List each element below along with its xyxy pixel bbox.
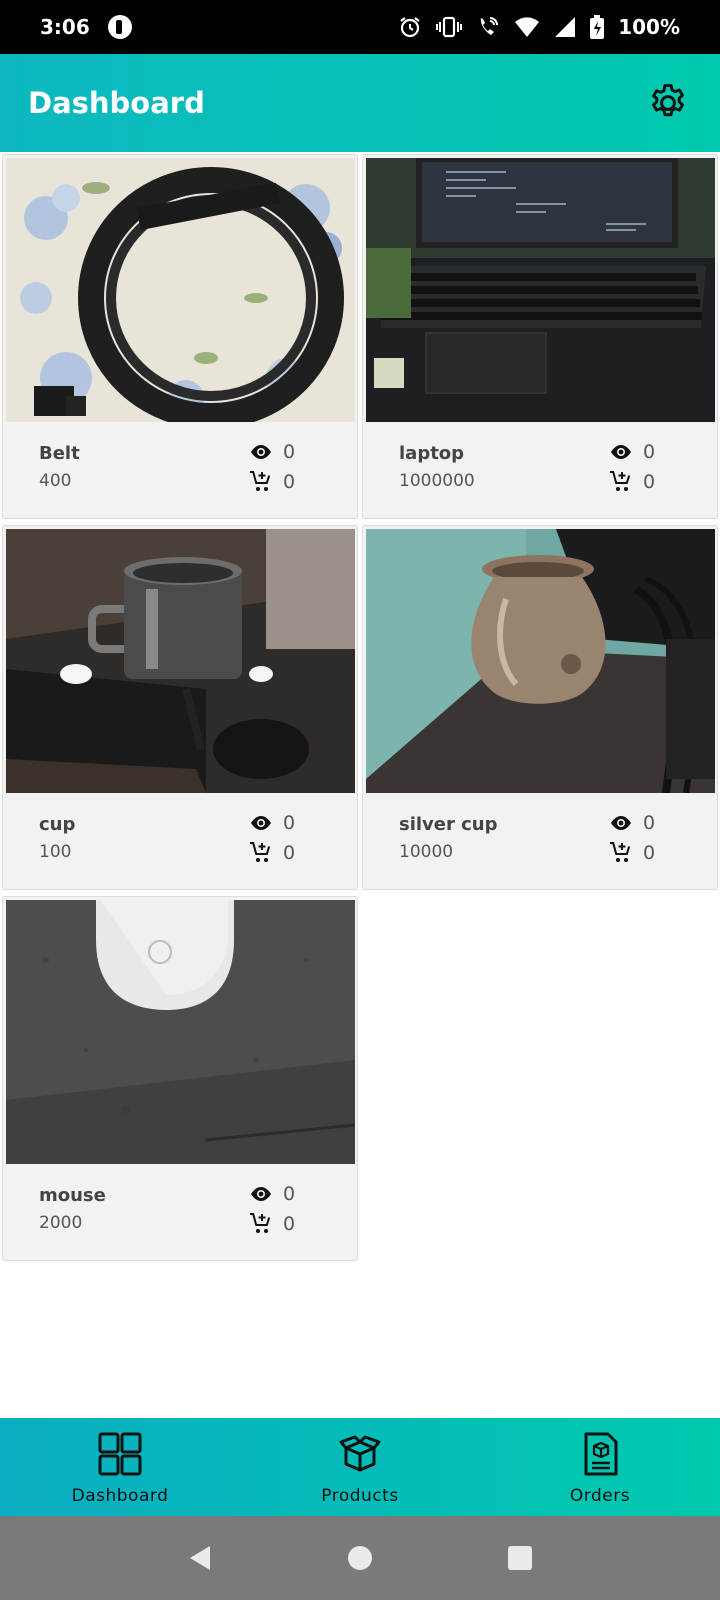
product-name: Belt (39, 443, 80, 464)
product-grid: Belt 400 0 0 laptop 1000000 0 0 cup 100 … (2, 154, 718, 1261)
cart-count: 0 (283, 842, 296, 864)
product-price: 400 (39, 471, 72, 491)
nav-label: Products (321, 1486, 399, 1506)
product-image-cup (6, 529, 355, 793)
cart-stat: 0 (609, 841, 655, 865)
nav-item-products[interactable]: Products (240, 1418, 480, 1516)
product-info: cup 100 0 0 (3, 794, 357, 890)
order-document-icon (584, 1432, 618, 1476)
add-to-cart-icon (610, 471, 631, 491)
product-info: mouse 2000 0 0 (3, 1165, 357, 1261)
eye-icon (611, 816, 631, 830)
box-icon (339, 1435, 381, 1472)
product-price: 1000000 (399, 471, 475, 491)
wifi-icon (515, 17, 540, 37)
battery-percent: 100% (618, 15, 680, 39)
nav-item-dashboard[interactable]: Dashboard (0, 1418, 240, 1516)
cart-count: 0 (643, 842, 656, 864)
cart-stat: 0 (249, 841, 295, 865)
cart-count: 0 (643, 471, 656, 493)
wifi-call-icon (481, 17, 499, 35)
add-to-cart-icon (250, 1213, 271, 1233)
product-price: 100 (39, 842, 72, 862)
status-time: 3:06 (40, 15, 90, 39)
product-image-silver-cup (366, 529, 715, 793)
views-stat: 0 (609, 441, 655, 463)
battery-icon (590, 15, 605, 39)
product-card[interactable]: silver cup 10000 0 0 (362, 525, 718, 890)
vibrate-icon (436, 16, 463, 38)
cart-stat: 0 (249, 1212, 295, 1236)
status-bar: 3:06 100% (0, 0, 720, 54)
page-title: Dashboard (28, 86, 205, 120)
add-to-cart-icon (250, 471, 271, 491)
add-to-cart-icon (610, 842, 631, 862)
gear-icon (652, 84, 684, 117)
bottom-navigation: Dashboard Products Orders (0, 1418, 720, 1516)
eye-icon (251, 1187, 271, 1201)
nav-item-orders[interactable]: Orders (480, 1418, 720, 1516)
views-stat: 0 (609, 812, 655, 834)
views-count: 0 (283, 1183, 296, 1205)
views-stat: 0 (249, 812, 295, 834)
product-card[interactable]: mouse 2000 0 0 (2, 896, 358, 1261)
alarm-icon (400, 17, 420, 38)
product-name: silver cup (399, 814, 498, 835)
recents-icon[interactable] (506, 1544, 534, 1572)
product-card[interactable]: cup 100 0 0 (2, 525, 358, 890)
product-info: Belt 400 0 0 (3, 423, 357, 519)
eye-icon (251, 816, 271, 830)
eye-icon (251, 445, 271, 459)
app-notification-icon (107, 15, 132, 39)
product-info: silver cup 10000 0 0 (363, 794, 717, 890)
views-count: 0 (283, 812, 296, 834)
settings-button[interactable] (644, 79, 692, 127)
add-to-cart-icon (250, 842, 271, 862)
cart-stat: 0 (249, 470, 295, 494)
views-count: 0 (643, 812, 656, 834)
nav-label: Dashboard (71, 1486, 169, 1506)
views-stat: 0 (249, 1183, 295, 1205)
cart-count: 0 (283, 1213, 296, 1235)
views-count: 0 (643, 441, 656, 463)
product-name: mouse (39, 1185, 106, 1206)
cart-count: 0 (283, 471, 296, 493)
product-price: 10000 (399, 842, 454, 862)
app-bar: Dashboard (0, 54, 720, 152)
system-navigation-bar (0, 1516, 720, 1600)
views-count: 0 (283, 441, 296, 463)
back-icon[interactable] (186, 1544, 214, 1572)
product-card[interactable]: laptop 1000000 0 0 (362, 154, 718, 519)
product-price: 2000 (39, 1213, 83, 1233)
product-image-belt (6, 158, 355, 422)
nav-label: Orders (569, 1486, 631, 1506)
product-info: laptop 1000000 0 0 (363, 423, 717, 519)
views-stat: 0 (249, 441, 295, 463)
product-name: laptop (399, 443, 465, 464)
product-name: cup (39, 814, 76, 835)
product-card[interactable]: Belt 400 0 0 (2, 154, 358, 519)
eye-icon (611, 445, 631, 459)
product-image-laptop (366, 158, 715, 422)
dashboard-grid-icon (98, 1432, 142, 1476)
cart-stat: 0 (609, 470, 655, 494)
signal-icon (555, 17, 576, 37)
home-icon[interactable] (346, 1544, 374, 1572)
status-icons: 100% (398, 15, 680, 39)
product-image-mouse (6, 900, 355, 1164)
